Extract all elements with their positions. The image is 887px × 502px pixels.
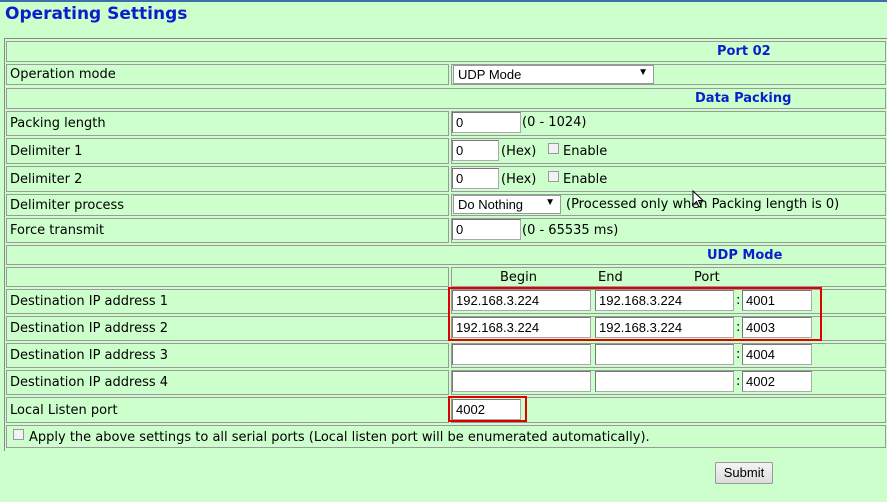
delimiter2-label-cell: Delimiter 2 <box>6 166 449 192</box>
destination-highlight <box>448 287 822 341</box>
top-border <box>0 0 887 2</box>
delimiter2-input[interactable] <box>452 168 499 189</box>
packing-length-input[interactable] <box>452 112 521 133</box>
packing-length-label-cell: Packing length <box>6 111 449 136</box>
local-listen-label-cell: Local Listen port <box>6 397 449 423</box>
destination3-port-input[interactable] <box>742 344 812 365</box>
operation-mode-select[interactable]: UDP Mode ▼ <box>453 65 654 84</box>
destination4-end-input[interactable] <box>595 371 734 392</box>
destination1-label: Destination IP address 1 <box>10 294 169 309</box>
delimiter-process-value: Do Nothing <box>458 197 524 212</box>
delimiter1-hex-label: (Hex) <box>501 144 537 159</box>
delimiter1-enable-label: Enable <box>563 144 608 159</box>
delimiter2-label: Delimiter 2 <box>10 172 83 187</box>
operation-mode-label-cell: Operation mode <box>6 64 449 85</box>
udp-mode-header: UDP Mode <box>707 248 783 263</box>
delimiter1-input[interactable] <box>452 140 499 161</box>
data-packing-header-row: Data Packing <box>6 88 886 109</box>
force-transmit-label-cell: Force transmit <box>6 218 449 243</box>
destination4-label: Destination IP address 4 <box>10 375 169 390</box>
packing-length-label: Packing length <box>10 116 106 131</box>
destination3-label-cell: Destination IP address 3 <box>6 343 449 368</box>
local-listen-highlight <box>448 396 527 422</box>
destination4-port-input[interactable] <box>742 371 812 392</box>
column-port: Port <box>694 270 720 285</box>
mouse-cursor-icon <box>692 190 705 208</box>
delimiter1-label: Delimiter 1 <box>10 144 83 159</box>
packing-length-hint: (0 - 1024) <box>522 115 587 130</box>
port-separator: : <box>736 347 741 362</box>
destination3-begin-input[interactable] <box>452 344 591 365</box>
apply-all-label: Apply the above settings to all serial p… <box>29 430 650 445</box>
destination2-label: Destination IP address 2 <box>10 321 169 336</box>
destination4-label-cell: Destination IP address 4 <box>6 370 449 395</box>
port-separator: : <box>736 374 741 389</box>
delimiter-process-label-cell: Delimiter process <box>6 194 449 216</box>
delimiter-process-select[interactable]: Do Nothing ▼ <box>453 195 561 214</box>
operation-mode-label: Operation mode <box>10 67 116 82</box>
force-transmit-input[interactable] <box>452 219 521 240</box>
delimiter1-label-cell: Delimiter 1 <box>6 138 449 164</box>
destination3-end-input[interactable] <box>595 344 734 365</box>
delimiter2-hex-label: (Hex) <box>501 172 537 187</box>
chevron-down-icon: ▼ <box>545 197 555 208</box>
local-listen-label: Local Listen port <box>10 403 118 418</box>
destination1-label-cell: Destination IP address 1 <box>6 289 449 314</box>
port-header-row: Port 02 <box>6 41 886 62</box>
udp-columns-label-cell <box>6 267 449 287</box>
column-end: End <box>598 270 623 285</box>
udp-mode-header-row: UDP Mode <box>6 245 886 265</box>
page-title: Operating Settings <box>5 4 188 24</box>
delimiter-process-label: Delimiter process <box>10 198 125 213</box>
apply-all-checkbox[interactable] <box>13 429 24 440</box>
data-packing-header: Data Packing <box>695 91 792 106</box>
submit-button[interactable]: Submit <box>715 462 773 484</box>
destination2-label-cell: Destination IP address 2 <box>6 316 449 341</box>
delimiter2-enable-label: Enable <box>563 172 608 187</box>
force-transmit-hint: (0 - 65535 ms) <box>522 223 619 238</box>
delimiter2-enable-checkbox[interactable] <box>548 171 559 182</box>
destination3-label: Destination IP address 3 <box>10 348 169 363</box>
chevron-down-icon: ▼ <box>638 67 648 78</box>
delimiter1-enable-checkbox[interactable] <box>548 143 559 154</box>
column-begin: Begin <box>500 270 538 285</box>
destination4-begin-input[interactable] <box>452 371 591 392</box>
operation-mode-value: UDP Mode <box>458 67 522 82</box>
port-header: Port 02 <box>717 44 771 59</box>
force-transmit-label: Force transmit <box>10 223 105 238</box>
